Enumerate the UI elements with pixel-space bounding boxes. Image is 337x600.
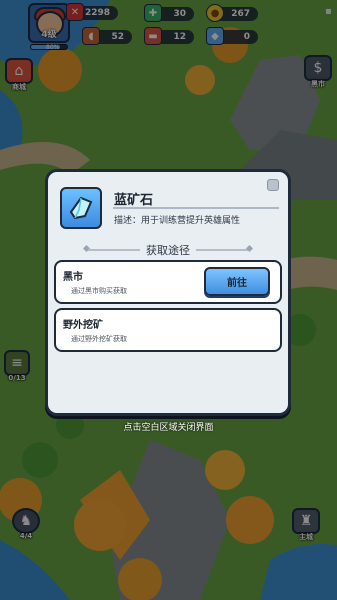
item-name: 蓝矿石 <box>114 193 154 208</box>
title-divider <box>113 207 279 209</box>
source-field-mining: 野外挖矿 通过野外挖矿获取 <box>54 308 282 352</box>
close-button[interactable] <box>267 179 279 191</box>
source-subtitle: 通过黑市购买获取 <box>71 287 127 295</box>
blue-ore-item-icon <box>60 187 102 229</box>
source-title: 黑市 <box>63 272 83 283</box>
source-title: 野外挖矿 <box>63 320 103 331</box>
source-black-market: 黑市 通过黑市购买获取 前往 <box>54 260 282 304</box>
item-description: 描述：用于训练营提升英雄属性 <box>114 216 241 226</box>
source-subtitle: 通过野外挖矿获取 <box>71 335 127 343</box>
close-hint: 点击空白区域关闭界面 <box>123 423 214 433</box>
goto-button[interactable]: 前往 <box>204 267 270 296</box>
crystal-icon <box>69 196 93 220</box>
section-title: 获取途径 <box>48 242 288 258</box>
item-source-dialog: 蓝矿石 描述：用于训练营提升英雄属性 获取途径 黑市 通过黑市购买获取 前往 野… <box>45 169 291 416</box>
